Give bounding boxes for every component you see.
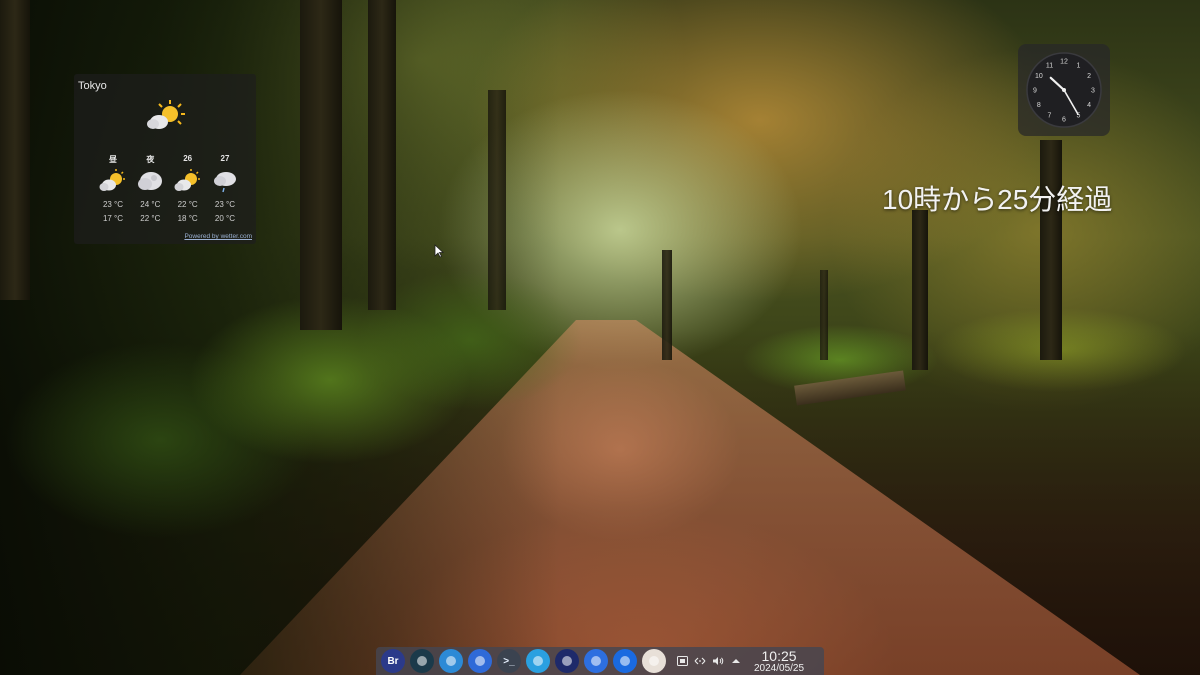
cloudy-moon-icon (138, 172, 163, 190)
terminal-icon[interactable]: >_ (497, 649, 521, 673)
clock-display[interactable]: 10:25 2024/05/25 (754, 649, 804, 674)
partly-sunny-icon (99, 169, 125, 191)
network-app-icon[interactable] (410, 649, 434, 673)
clock-numeral: 7 (1048, 113, 1052, 120)
clock-numeral: 1 (1077, 62, 1081, 69)
partly-sunny-icon (147, 100, 185, 129)
clock-numeral: 12 (1060, 59, 1068, 66)
forecast-column: 26 22 °C 18 °C (171, 154, 205, 223)
clock-numeral: 6 (1062, 117, 1066, 124)
light-rain-icon (213, 172, 236, 193)
tool-app-icon[interactable] (526, 649, 550, 673)
clock-face: 121234567891011 (1026, 52, 1102, 128)
system-monitor-icon[interactable] (555, 649, 579, 673)
clock-numeral: 4 (1087, 102, 1091, 109)
keyboard-icon[interactable] (676, 655, 688, 667)
weather-city: Tokyo (78, 80, 107, 92)
forecast-label: 夜 (146, 155, 155, 164)
forecast-column: 夜 24 °C 22 °C (133, 154, 167, 223)
browser-app-icon[interactable] (439, 649, 463, 673)
forecast-low: 22 °C (140, 214, 161, 223)
clock-numeral: 10 (1035, 73, 1043, 80)
forecast-high: 22 °C (177, 200, 198, 209)
analog-clock-widget[interactable]: 12 1 2 3 4 5 6 7 8 9 10 11 (1018, 44, 1110, 136)
clock-numeral: 11 (1046, 62, 1053, 69)
clock-numeral: 3 (1091, 88, 1095, 95)
partly-sunny-icon (174, 169, 200, 191)
forecast-low: 18 °C (177, 214, 198, 223)
network-icon[interactable] (694, 655, 706, 667)
messaging-app-icon[interactable] (584, 649, 608, 673)
weather-widget[interactable]: Tokyo 昼 23 °C 17 °C 夜 24 °C 22 °C 26 22 °C 18 °C… (74, 74, 256, 244)
forecast-label: 27 (220, 154, 230, 163)
clock-numeral: 8 (1037, 102, 1041, 109)
clock-numeral: 2 (1087, 73, 1091, 80)
dock-panel: Br >_ 10:25 2024/05/25 (376, 647, 824, 675)
forecast-low: 20 °C (214, 214, 236, 223)
forecast-high: 23 °C (214, 200, 236, 209)
forecast-column: 昼 23 °C 17 °C (96, 154, 130, 223)
forecast-high: 23 °C (102, 200, 124, 209)
forecast-label: 26 (183, 154, 193, 163)
forecast-low: 17 °C (102, 214, 124, 223)
night-mode-app-icon[interactable] (613, 649, 637, 673)
bridge-app-icon[interactable]: Br (381, 649, 405, 673)
clock-numeral: 9 (1033, 88, 1037, 95)
avatar-app-icon[interactable] (642, 649, 666, 673)
forecast-label: 昼 (109, 155, 117, 164)
volume-icon[interactable] (712, 655, 724, 667)
up-arrow-icon[interactable] (730, 655, 742, 667)
system-tray (676, 655, 748, 667)
fuzzy-clock-text: 10時から25分経過 (882, 184, 1113, 215)
powered-by-link[interactable]: Powered by wetter.com (184, 233, 252, 240)
forecast-high: 24 °C (140, 200, 161, 209)
panel-date: 2024/05/25 (754, 662, 805, 674)
forecast-column: 27 23 °C 20 °C (208, 154, 242, 223)
panel-time: 10:25 (761, 647, 797, 664)
mouse-cursor-icon (434, 244, 444, 258)
blue-app-icon[interactable] (468, 649, 492, 673)
